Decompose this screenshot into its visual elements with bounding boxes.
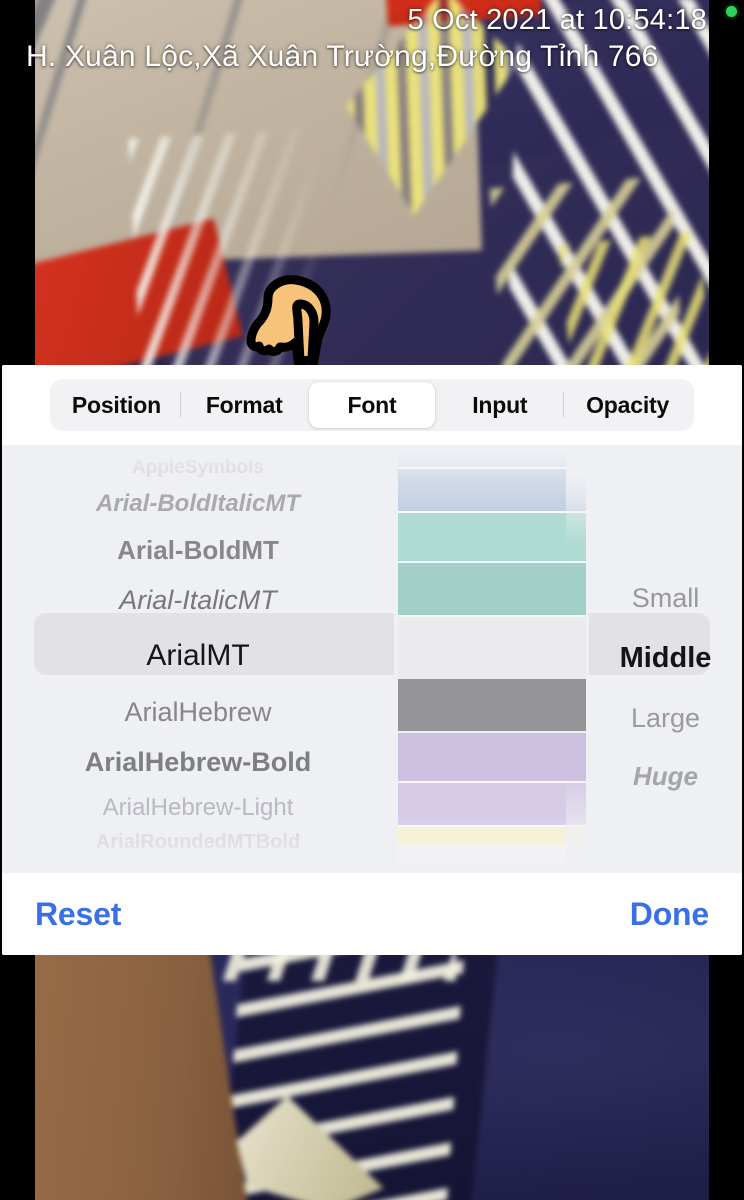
tab-opacity-label: Opacity	[586, 391, 670, 418]
color-picker[interactable]	[394, 445, 590, 873]
tab-position[interactable]: Position	[53, 382, 180, 428]
font-name-picker[interactable]: AppleSymbols Arial-BoldItalicMT Arial-Bo…	[2, 445, 394, 873]
tab-input[interactable]: Input	[436, 382, 563, 428]
tab-opacity[interactable]: Opacity	[564, 382, 691, 428]
photo-timestamp-overlay: 5 Oct 2021 at 10:54:18	[407, 4, 707, 36]
photo-location-overlay: H. Xuân Lộc,Xã Xuân Trường,Đường Tỉnh 76…	[26, 40, 659, 73]
fabric-yellow-motif-2	[558, 231, 709, 380]
tabbar-container: Position Format Font Input Opacity	[2, 365, 742, 445]
font-option[interactable]: ArialHebrew-Bold	[2, 737, 394, 787]
tab-format-label: Format	[205, 391, 283, 418]
color-swatch[interactable]	[398, 563, 586, 617]
sheet-footer: Reset Done	[2, 873, 742, 955]
color-swatch[interactable]	[398, 783, 586, 827]
color-swatch-selected[interactable]	[398, 617, 586, 679]
tab-input-label: Input	[472, 391, 528, 418]
font-option-selected[interactable]: ArialMT	[2, 625, 394, 687]
tab-font[interactable]: Font	[308, 382, 436, 428]
color-swatch[interactable]	[398, 469, 586, 513]
font-option[interactable]: Arial-BoldMT	[2, 525, 394, 575]
photo-bottom-content	[35, 955, 709, 1200]
picker-area: AppleSymbols Arial-BoldItalicMT Arial-Bo…	[2, 445, 742, 873]
app-screen: 5 Oct 2021 at 10:54:18 H. Xuân Lộc,Xã Xu…	[0, 0, 744, 1200]
tab-format[interactable]: Format	[181, 382, 308, 428]
fabric-stripes-left	[128, 128, 351, 380]
green-dot-icon	[726, 6, 737, 17]
size-option[interactable]: Huge	[589, 747, 742, 805]
size-option-selected[interactable]: Middle	[589, 627, 742, 689]
color-swatch[interactable]	[398, 453, 586, 469]
color-swatch[interactable]	[398, 679, 586, 733]
font-option[interactable]: ArialHebrew-Light	[2, 787, 394, 829]
tab-position-label: Position	[71, 391, 161, 418]
size-option[interactable]: Large	[589, 689, 742, 747]
font-option[interactable]: ArialRoundedMTBold	[2, 829, 394, 855]
done-button[interactable]: Done	[630, 896, 709, 933]
text-style-sheet: Position Format Font Input Opacity Apple…	[2, 365, 742, 955]
color-swatch[interactable]	[398, 513, 586, 563]
reset-button[interactable]: Reset	[35, 896, 121, 933]
photo-preview-bottom	[35, 955, 709, 1200]
font-option[interactable]: Arial-BoldItalicMT	[2, 483, 394, 525]
size-option[interactable]: Small	[589, 569, 742, 627]
font-option[interactable]: AppleSymbols	[2, 453, 394, 483]
font-option[interactable]: ArialHebrew	[2, 687, 394, 737]
tab-font-label: Font	[347, 391, 397, 418]
segmented-control[interactable]: Position Format Font Input Opacity	[50, 379, 694, 431]
font-option[interactable]: Arial-ItalicMT	[2, 575, 394, 625]
color-swatch[interactable]	[398, 827, 586, 845]
font-size-picker[interactable]: Small Middle Large Huge	[589, 445, 742, 873]
color-swatch[interactable]	[398, 733, 586, 783]
